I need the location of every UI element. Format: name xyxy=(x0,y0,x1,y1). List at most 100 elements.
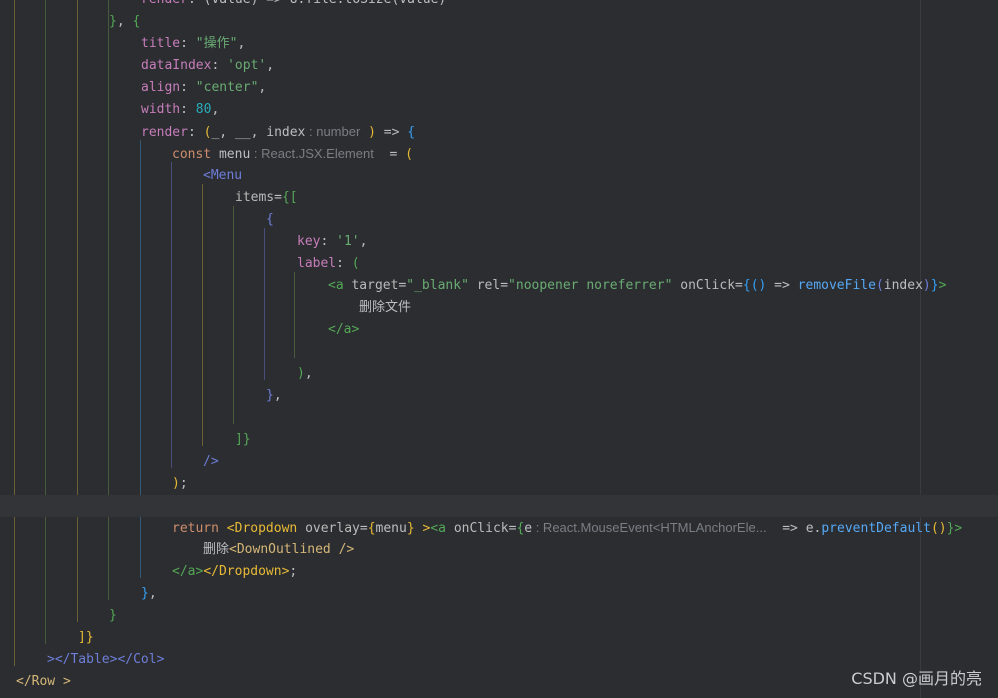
code-line[interactable]: ); xyxy=(172,473,188,495)
code-token: width xyxy=(141,102,181,117)
indent-guide xyxy=(14,0,15,666)
inlay-type-hint: : React.JSX.Element xyxy=(250,146,374,161)
code-token: ( xyxy=(875,278,884,293)
code-line[interactable]: }, xyxy=(266,385,282,407)
code-token: , xyxy=(148,586,157,601)
indent-guide xyxy=(171,162,172,468)
code-token: ; xyxy=(289,564,298,579)
code-token: </Row xyxy=(16,674,63,689)
code-token: = xyxy=(274,190,282,205)
code-line[interactable]: }, { xyxy=(109,11,140,33)
code-line[interactable]: { xyxy=(266,209,274,231)
code-token: 删除 xyxy=(203,542,230,557)
code-token: menu xyxy=(375,521,407,536)
code-token: removeFile xyxy=(797,278,876,293)
code-token: => xyxy=(766,521,806,536)
code-token: = xyxy=(500,278,509,293)
code-token: } xyxy=(242,432,251,447)
code-line[interactable]: render: (_, __, index : number ) => { xyxy=(141,121,415,143)
code-token: > xyxy=(954,521,963,536)
code-line[interactable]: } xyxy=(109,605,117,627)
code-line[interactable]: return <Dropdown overlay={menu} > <a onCl… xyxy=(172,517,962,539)
code-token: </Dropdown> xyxy=(203,564,290,579)
code-line[interactable]: </Row > xyxy=(16,671,71,693)
code-token: dataIndex xyxy=(141,58,212,73)
code-token: } xyxy=(266,388,274,403)
code-token: => xyxy=(375,125,408,140)
code-line[interactable]: label: ( xyxy=(297,253,360,275)
code-token: } xyxy=(85,630,94,645)
code-token: > xyxy=(62,674,71,689)
code-token: , xyxy=(304,366,313,381)
code-line[interactable]: <a target="_blank" rel="noopener norefer… xyxy=(328,275,946,297)
code-line-current[interactable] xyxy=(0,495,998,517)
code-token: , xyxy=(273,388,282,403)
code-token: = xyxy=(373,147,406,162)
code-token: index xyxy=(883,278,923,293)
code-token: 'opt' xyxy=(227,58,267,73)
code-line[interactable]: </a> xyxy=(328,319,359,341)
code-token: _, __, index xyxy=(211,125,306,140)
code-line[interactable]: ]} xyxy=(78,627,94,649)
code-token: key xyxy=(297,234,321,249)
code-token: : xyxy=(320,234,337,249)
code-token: ) xyxy=(922,278,931,293)
code-token: preventDefault xyxy=(821,521,931,536)
code-token: onClick xyxy=(680,278,736,293)
code-token: ( xyxy=(351,256,360,271)
code-token: : xyxy=(180,36,196,51)
code-token: () xyxy=(750,278,767,293)
code-token: { xyxy=(407,125,416,140)
code-line[interactable]: ]} xyxy=(235,429,251,451)
code-token: const xyxy=(172,147,219,162)
code-token: "_blank" xyxy=(406,278,469,293)
code-token: align xyxy=(141,80,181,95)
code-token: render xyxy=(141,0,188,7)
code-token: <DownOutlined xyxy=(229,542,339,557)
code-token: : xyxy=(180,102,196,117)
code-token: 80 xyxy=(195,102,212,117)
code-token: menu xyxy=(218,147,251,162)
code-token: , xyxy=(211,102,220,117)
inlay-type-hint: : number xyxy=(305,124,361,139)
code-token: , xyxy=(116,14,133,29)
code-line[interactable]: const menu : React.JSX.Element = ( xyxy=(172,143,413,165)
code-line[interactable]: 删除文件 xyxy=(359,297,411,319)
code-token: 删除文件 xyxy=(359,300,412,315)
code-line[interactable]: dataIndex: 'opt', xyxy=(141,55,274,77)
code-token: ) xyxy=(297,366,305,381)
code-line[interactable]: /> xyxy=(203,451,219,473)
indent-guide xyxy=(45,0,46,644)
code-token: <Menu xyxy=(203,168,243,183)
code-token: "center" xyxy=(195,80,259,95)
code-line[interactable]: <Menu xyxy=(203,165,242,187)
code-token: { xyxy=(367,521,376,536)
code-token: , xyxy=(258,80,267,95)
code-line[interactable]: ></Table></Col> xyxy=(47,649,164,671)
code-token: <a xyxy=(430,521,454,536)
code-line[interactable]: }, xyxy=(141,583,157,605)
code-token: target xyxy=(351,278,399,293)
code-token: () xyxy=(930,521,947,536)
code-token: rel xyxy=(476,278,501,293)
code-line[interactable]: width: 80, xyxy=(141,99,219,121)
code-editor[interactable]: render: (value) => U.file.toSize(value)}… xyxy=(0,0,998,698)
code-line[interactable]: key: '1', xyxy=(297,231,367,253)
code-token: overlay xyxy=(305,521,360,536)
code-token: } xyxy=(109,14,117,29)
code-token: } xyxy=(406,521,415,536)
code-token: : xyxy=(211,58,228,73)
code-token: title xyxy=(141,36,181,51)
code-line[interactable]: render: (value) => U.file.toSize(value) xyxy=(141,0,446,11)
code-line[interactable]: </a></Dropdown>; xyxy=(172,561,297,583)
code-line[interactable]: items={[ xyxy=(235,187,298,209)
code-token: label xyxy=(297,256,337,271)
code-token: ] xyxy=(78,630,86,645)
code-token: [ xyxy=(289,190,298,205)
code-line[interactable]: align: "center", xyxy=(141,77,266,99)
code-line[interactable]: title: "操作", xyxy=(141,33,245,55)
code-line[interactable]: ), xyxy=(297,363,313,385)
code-token: render xyxy=(141,125,188,140)
code-line[interactable]: 删除<DownOutlined /> xyxy=(203,539,354,561)
